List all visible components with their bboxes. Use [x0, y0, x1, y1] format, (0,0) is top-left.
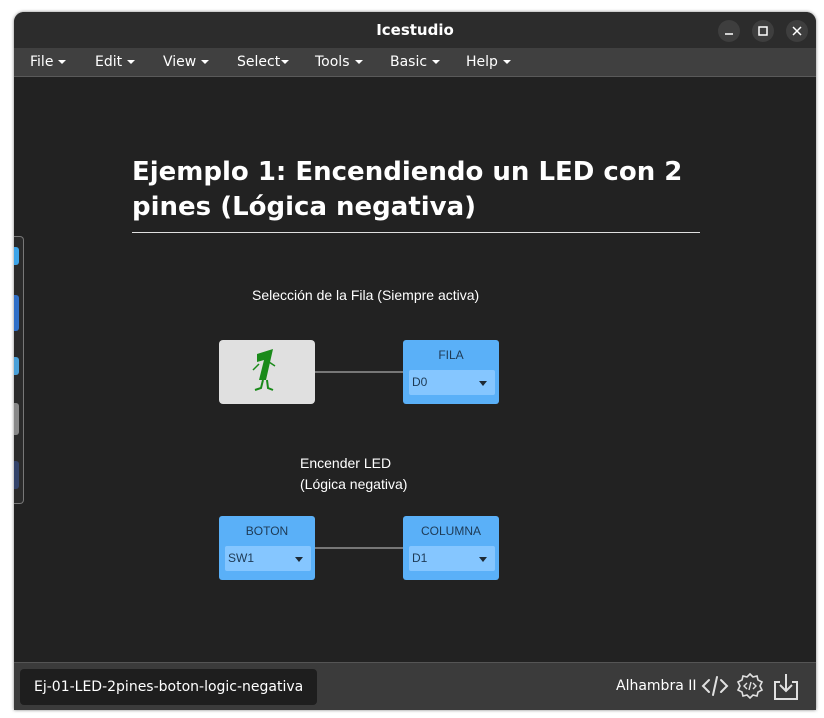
download-icon[interactable] — [772, 671, 800, 701]
title-bar: Icestudio — [14, 12, 816, 48]
dock-item[interactable] — [14, 461, 19, 489]
window-title: Icestudio — [376, 21, 454, 39]
menu-view[interactable]: View — [163, 54, 210, 70]
dock-item[interactable] — [14, 247, 19, 265]
menu-bar: File Edit View Select Tools Basic Help — [14, 48, 816, 77]
file-name-tab[interactable]: Ej-01-LED-2pines-boton-logic-negativa — [20, 669, 318, 705]
menu-help[interactable]: Help — [466, 54, 511, 70]
maximize-icon — [758, 26, 768, 36]
code-icon[interactable] — [701, 671, 729, 701]
dropdown-arrow-icon — [295, 557, 303, 562]
menu-select[interactable]: Select — [237, 54, 290, 70]
block-label-boton: BOTON — [245, 524, 289, 538]
dropdown-arrow-icon — [479, 381, 487, 386]
note-led: Encender LED (Lógica negativa) — [300, 453, 407, 495]
output-block-fila[interactable]: FILA D0 — [403, 340, 499, 404]
dock-item[interactable] — [14, 295, 19, 331]
wire-boton-columna[interactable] — [314, 547, 404, 549]
menu-help-label: Help — [466, 54, 498, 70]
note-led-line2: (Lógica negativa) — [300, 476, 408, 492]
output-block-columna[interactable]: COLUMNA D1 — [403, 516, 499, 580]
pin-select-fila[interactable]: D0 — [409, 370, 495, 395]
app-window: Icestudio File Edit View Select Tools Ba… — [14, 12, 816, 710]
menu-edit-label: Edit — [95, 54, 123, 70]
wire-constant-fila[interactable] — [314, 371, 404, 373]
caret-down-icon — [201, 60, 210, 64]
caret-down-icon — [127, 60, 136, 64]
menu-basic-label: Basic — [390, 54, 428, 70]
caret-down-icon — [354, 60, 363, 64]
minimize-button[interactable] — [718, 20, 740, 42]
caret-down-icon — [281, 60, 290, 64]
walking-one-constant-icon — [252, 349, 276, 391]
menu-select-label: Select — [237, 54, 281, 70]
menu-tools[interactable]: Tools — [315, 54, 363, 70]
side-dock — [14, 236, 24, 504]
close-button[interactable] — [786, 20, 808, 42]
pin-value-columna: D1 — [412, 551, 428, 565]
canvas-heading: Ejemplo 1: Encendiendo un LED con 2 pine… — [132, 157, 683, 222]
board-name[interactable]: Alhambra II — [616, 678, 697, 694]
note-row-selection: Selección de la Fila (Siempre activa) — [252, 287, 480, 303]
block-label-fila: FILA — [438, 348, 464, 362]
maximize-button[interactable] — [752, 20, 774, 42]
heading-divider — [132, 232, 700, 233]
gear-code-icon[interactable] — [736, 671, 764, 701]
input-block-boton[interactable]: BOTON SW1 — [219, 516, 315, 580]
pin-select-boton[interactable]: SW1 — [225, 546, 311, 571]
menu-tools-label: Tools — [315, 54, 350, 70]
pin-value-boton: SW1 — [228, 551, 255, 565]
caret-down-icon — [502, 60, 511, 64]
menu-view-label: View — [163, 54, 197, 70]
dock-item[interactable] — [14, 357, 19, 375]
minimize-icon — [725, 33, 733, 35]
dropdown-arrow-icon — [479, 557, 487, 562]
pin-value-fila: D0 — [412, 375, 428, 389]
note-led-line1: Encender LED — [300, 455, 392, 471]
constant-block[interactable] — [219, 340, 315, 404]
menu-file[interactable]: File — [30, 54, 67, 70]
design-canvas[interactable]: Ejemplo 1: Encendiendo un LED con 2 pine… — [14, 77, 816, 662]
block-label-columna: COLUMNA — [420, 524, 481, 538]
pin-select-columna[interactable]: D1 — [409, 546, 495, 571]
caret-down-icon — [58, 60, 67, 64]
caret-down-icon — [432, 60, 441, 64]
close-icon — [792, 26, 802, 36]
menu-file-label: File — [30, 54, 54, 70]
dock-item[interactable] — [14, 403, 19, 435]
menu-basic[interactable]: Basic — [390, 54, 441, 70]
menu-edit[interactable]: Edit — [95, 54, 136, 70]
status-footer: Ej-01-LED-2pines-boton-logic-negativa Al… — [14, 662, 816, 710]
